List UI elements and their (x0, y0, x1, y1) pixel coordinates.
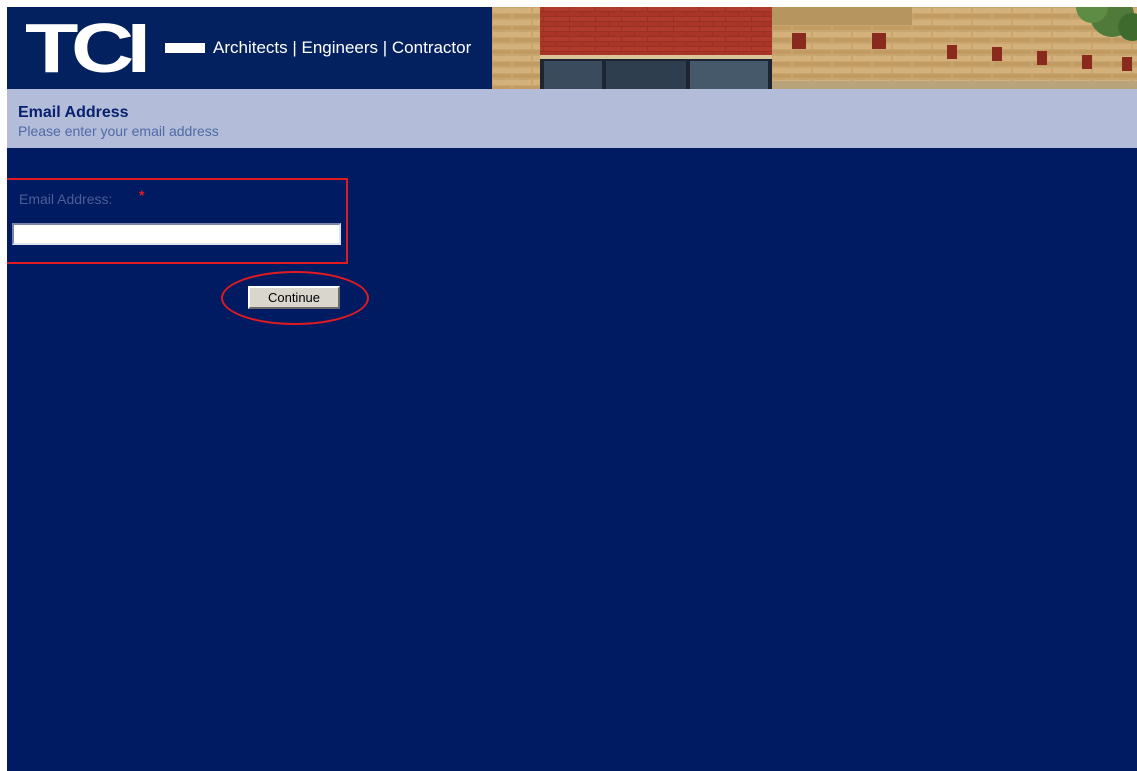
page-frame: TCI Architects | Engineers | Contractor (7, 7, 1137, 771)
logo-tagline: Architects | Engineers | Contractor (213, 38, 472, 57)
logo-bar (165, 43, 205, 53)
required-indicator: * (139, 187, 145, 203)
continue-button[interactable]: Continue (248, 286, 340, 309)
site-banner: TCI Architects | Engineers | Contractor (7, 7, 1137, 89)
building-photo (492, 7, 1137, 89)
title-strip: Email Address Please enter your email ad… (7, 89, 1137, 148)
email-input[interactable] (12, 223, 341, 245)
logo-mark: TCI (25, 9, 151, 87)
page-subtitle: Please enter your email address (18, 123, 219, 139)
tci-logo: TCI Architects | Engineers | Contractor (7, 7, 491, 89)
page-title: Email Address (18, 104, 129, 121)
email-label: Email Address: (19, 191, 113, 207)
